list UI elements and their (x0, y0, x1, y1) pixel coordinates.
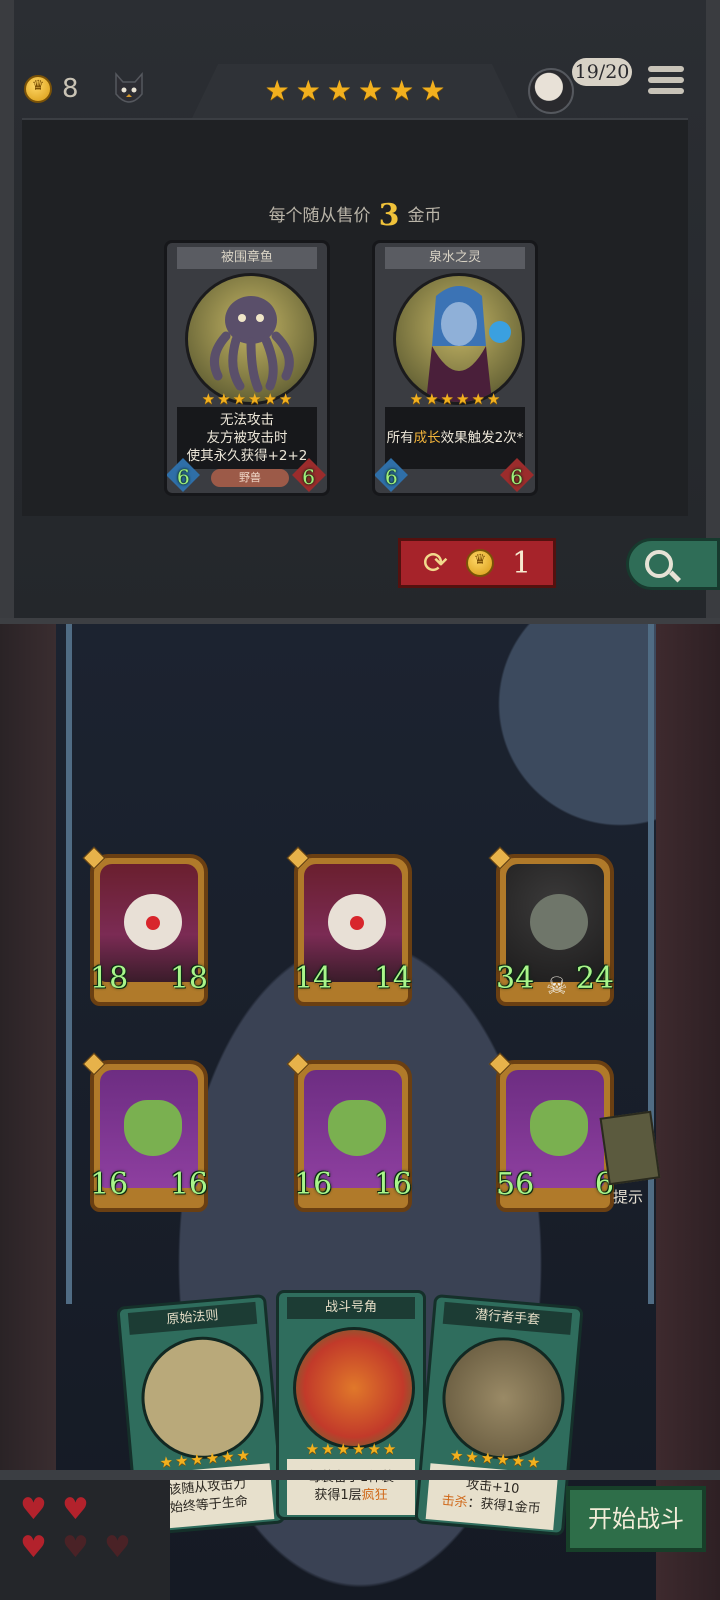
card-title: 潜行者手套 (442, 1301, 573, 1335)
board-minion-clown[interactable]: 14 14 (286, 846, 412, 1006)
star-icon: ★ (420, 74, 446, 107)
search-button[interactable] (626, 538, 720, 590)
heart-icon: ♥ (62, 1492, 89, 1527)
minion-health: 16 (373, 1167, 412, 1202)
lives-panel: ♥ ♥ ♥ ♥ ♥ (0, 1480, 170, 1600)
card-desc-keyword: 成长 (413, 430, 441, 446)
octopus-portrait (185, 273, 317, 405)
card-stars: ★★★★★★ (409, 390, 501, 408)
heart-icon: ♥ (20, 1492, 47, 1527)
card-description: 每装备了1件装 获得1层疯狂 (287, 1459, 415, 1515)
refresh-shop-button[interactable]: ⟳ 1 (398, 538, 556, 588)
search-icon (645, 550, 673, 578)
card-attack: 6 (385, 465, 398, 489)
minion-health: 18 (169, 961, 208, 996)
bottom-divider (0, 1470, 720, 1480)
card-health: 6 (510, 465, 523, 489)
board-minion-clown[interactable]: 18 18 (82, 846, 208, 1006)
gold-coin-icon (24, 75, 52, 103)
minion-health: 24 (575, 961, 614, 996)
panel-frame-right (706, 0, 720, 618)
card-desc-keyword: 击杀 (440, 1493, 469, 1511)
star-icon: ★ (389, 74, 415, 107)
minion-health: 16 (169, 1167, 208, 1202)
sell-price-line: 每个随从售价 3 金币 (22, 198, 688, 233)
card-title: 战斗号角 (287, 1297, 415, 1319)
card-desc-text: 所有 (386, 430, 414, 446)
card-desc-text: 获得1层 (314, 1488, 362, 1503)
board-minion-frog[interactable]: 56 6 (488, 1052, 614, 1212)
shop-card-octopus[interactable]: 被围章鱼 ★ ★ ★ ★ ★ ★ 无法攻击 友方被攻击时 使其永久获得+2+2 6 6 野… (164, 240, 330, 496)
spring-spirit-portrait (393, 273, 525, 405)
clown-portrait (124, 894, 182, 950)
card-desc-text: 效果触发2次* (440, 430, 524, 446)
sell-price-suffix: 金币 (407, 206, 442, 226)
badger-portrait (530, 894, 588, 950)
card-desc-keyword: 疯狂 (361, 1488, 388, 1503)
gold-coin-icon (466, 549, 495, 577)
card-desc-line: 友方被攻击时 (206, 430, 288, 446)
star-icon: ★ (295, 74, 321, 107)
heart-empty-icon: ♥ (104, 1530, 131, 1565)
gold-counter: 8 (24, 74, 79, 104)
sell-price-value: 3 (378, 198, 400, 233)
board-minion-badger[interactable]: ☠ 34 24 (488, 846, 614, 1006)
hint-button[interactable]: 提示 (598, 1110, 661, 1206)
gold-amount: 8 (62, 74, 79, 104)
refresh-cost: 1 (512, 545, 532, 581)
minion-attack: 16 (90, 1167, 129, 1202)
menu-icon[interactable] (648, 66, 684, 98)
hand-card-stalker-gloves[interactable]: 潜行者手套 ★★★★★★ 攻击+10 击杀：获得1金币 (414, 1293, 584, 1537)
start-battle-button[interactable]: 开始战斗 (566, 1486, 706, 1552)
panel-frame-left (0, 0, 14, 618)
tribe-badge: 野兽 (211, 469, 289, 487)
gear-wall-left (0, 624, 56, 1600)
frog-portrait (530, 1100, 588, 1156)
heart-empty-icon: ♥ (62, 1530, 89, 1565)
horn-portrait (293, 1327, 415, 1449)
population-counter: 19/20 (572, 58, 632, 86)
minion-attack: 56 (496, 1167, 535, 1202)
minion-attack: 34 (496, 961, 535, 996)
card-description: 无法攻击 友方被攻击时 使其永久获得+2+2 (177, 407, 317, 469)
shop-card-spring-spirit[interactable]: 泉水之灵 ★ ★ ★ ★ ★ ★ 所有成长效果触发2次* 6 6 (372, 240, 538, 496)
gear-wall-right (656, 624, 720, 1600)
card-stars: ★★★★★★ (305, 1440, 397, 1458)
scroll-icon (599, 1110, 661, 1186)
card-desc-line: 使其永久获得+2+2 (186, 448, 308, 464)
card-stars: ★★★★★★ (201, 390, 293, 408)
board-minion-frog[interactable]: 16 16 (82, 1052, 208, 1212)
skull-icon: ☠ (546, 972, 568, 1000)
black-cat-icon[interactable] (112, 70, 146, 108)
card-desc-line: 无法攻击 (220, 412, 274, 428)
hint-label: 提示 (612, 1188, 643, 1206)
heart-icon: ♥ (20, 1530, 47, 1565)
player-avatar[interactable] (528, 68, 574, 114)
frog-portrait (124, 1100, 182, 1156)
refresh-icon: ⟳ (422, 545, 449, 581)
clown-portrait (328, 894, 386, 950)
tavern-tier-stars: ★ ★ ★ ★ ★ ★ (192, 64, 518, 118)
card-description: 所有成长效果触发2次* (385, 407, 525, 469)
card-attack: 6 (177, 465, 190, 489)
minion-health: 14 (373, 961, 412, 996)
minion-attack: 16 (294, 1167, 333, 1202)
sell-price-prefix: 每个随从售价 (268, 206, 371, 226)
card-title: 被围章鱼 (177, 247, 317, 269)
minion-attack: 14 (294, 961, 333, 996)
card-title: 原始法则 (127, 1301, 258, 1335)
shop-area: 每个随从售价 3 金币 被围章鱼 ★ ★ ★ ★ ★ ★ 无法攻击 友方被攻击时 使其永久获得… (22, 118, 688, 516)
card-health: 6 (302, 465, 315, 489)
card-title: 泉水之灵 (385, 247, 525, 269)
shop-panel: 8 ★★★★★★ 19/20 每个随从售价3金币 被围章鱼 ★★★★★★ (0, 0, 720, 624)
star-icon: ★ (264, 74, 290, 107)
star-icon: ★ (358, 74, 384, 107)
star-icon: ★ (326, 74, 352, 107)
hand-card-battle-horn[interactable]: 战斗号角 ★★★★★★ 每装备了1件装 获得1层疯狂 (276, 1290, 426, 1520)
frog-portrait (328, 1100, 386, 1156)
minion-attack: 18 (90, 961, 129, 996)
board-minion-frog[interactable]: 16 16 (286, 1052, 412, 1212)
